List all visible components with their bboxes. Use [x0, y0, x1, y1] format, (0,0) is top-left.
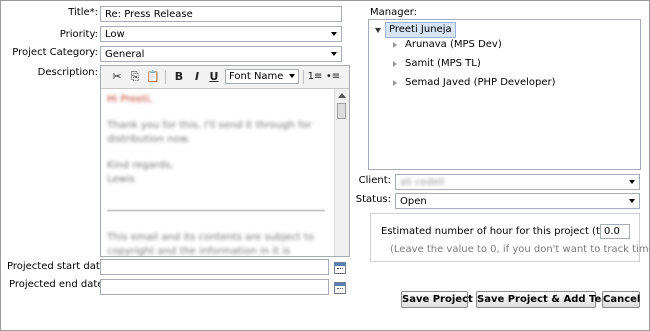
- hours-input[interactable]: 0.0: [600, 224, 630, 239]
- hours-input-value: 0.0: [604, 226, 620, 237]
- bold-button[interactable]: B: [171, 69, 187, 85]
- calendar-icon[interactable]: [334, 282, 346, 294]
- description-label: Description:: [37, 67, 98, 78]
- title-input[interactable]: Re: Press Release: [100, 6, 342, 22]
- paste-icon[interactable]: 📋: [145, 69, 161, 85]
- start-date-input[interactable]: [100, 259, 329, 275]
- editor-line: This email and its contents are subject …: [107, 232, 314, 243]
- underline-button[interactable]: U: [206, 69, 222, 85]
- italic-button[interactable]: I: [189, 69, 205, 85]
- bullet-list-icon[interactable]: •≡: [325, 69, 341, 85]
- editor-line: Hi Preeti,: [107, 94, 153, 105]
- client-select-value: ali cedell: [400, 177, 445, 188]
- copy-icon[interactable]: ⎘: [127, 69, 143, 85]
- client-label: Client:: [358, 175, 391, 186]
- tree-node-child[interactable]: Semad Javed (PHP Developer): [405, 76, 556, 90]
- priority-select-value: Low: [105, 29, 125, 40]
- chevron-down-icon: [331, 52, 337, 56]
- chevron-down-icon: [289, 74, 295, 78]
- toolbar-separator: [303, 70, 304, 84]
- save-project-button[interactable]: Save Project: [401, 291, 473, 308]
- font-name-select[interactable]: Font Name: [225, 69, 299, 84]
- hours-label: Estimated number of hour for this projec…: [381, 226, 627, 237]
- category-select[interactable]: General: [100, 46, 342, 62]
- expand-icon[interactable]: [375, 28, 381, 33]
- editor-line: distribution now.: [107, 134, 191, 145]
- client-select[interactable]: ali cedell: [395, 174, 640, 190]
- cancel-button[interactable]: Cancel: [602, 291, 640, 308]
- cut-icon[interactable]: ✂: [109, 69, 125, 85]
- tree-node-root[interactable]: Preeti Juneja: [385, 22, 456, 38]
- status-select[interactable]: Open: [395, 193, 640, 209]
- status-select-value: Open: [400, 196, 427, 207]
- priority-label: Priority:: [59, 29, 98, 40]
- manager-tree[interactable]: Preeti Juneja Arunava (MPS Dev) Samit (M…: [368, 19, 641, 170]
- chevron-down-icon: [331, 32, 337, 36]
- calendar-icon[interactable]: [334, 262, 346, 274]
- editor-line: Kind regards,: [107, 160, 174, 171]
- editor-line: Thank you for this, I'll send it through…: [107, 120, 312, 131]
- title-input-value: Re: Press Release: [105, 9, 193, 20]
- save-add-team-button[interactable]: Save Project & Add Team: [476, 291, 618, 308]
- start-date-label: Projected start date:: [7, 261, 110, 272]
- scroll-thumb[interactable]: [337, 103, 346, 119]
- font-name-value: Font Name: [229, 71, 284, 82]
- title-label: Title*:: [68, 7, 98, 18]
- editor-line: Lewis: [107, 174, 135, 185]
- chevron-down-icon: [629, 180, 635, 184]
- priority-select[interactable]: Low: [100, 26, 342, 42]
- collapse-arrow-icon[interactable]: [393, 42, 397, 48]
- category-label: Project Category:: [12, 47, 98, 58]
- tree-node-child[interactable]: Arunava (MPS Dev): [405, 38, 502, 52]
- manager-label: Manager:: [370, 7, 418, 18]
- category-select-value: General: [105, 49, 145, 60]
- editor-divider: [107, 210, 325, 211]
- numbered-list-icon[interactable]: 1≡: [307, 69, 323, 85]
- hours-hint: (Leave the value to 0, if you don't want…: [390, 244, 650, 255]
- editor-line: copyright and the information in it is: [107, 246, 291, 257]
- status-label: Status:: [355, 194, 391, 205]
- collapse-arrow-icon[interactable]: [393, 61, 397, 67]
- tree-node-child[interactable]: Samit (MPS TL): [405, 57, 481, 71]
- editor-scrollbar[interactable]: [334, 89, 349, 256]
- scroll-up-icon[interactable]: [338, 93, 346, 98]
- collapse-arrow-icon[interactable]: [393, 80, 397, 86]
- editor-toolbar: ✂ ⎘ 📋 B I U Font Name 1≡ •≡: [101, 66, 349, 89]
- toolbar-separator: [165, 70, 166, 84]
- description-editor[interactable]: ✂ ⎘ 📋 B I U Font Name 1≡ •≡ Hi Preeti, T…: [100, 65, 350, 257]
- chevron-down-icon: [629, 199, 635, 203]
- end-date-input[interactable]: [100, 279, 329, 295]
- end-date-label: Projected end date:: [9, 279, 107, 290]
- hours-panel: Estimated number of hour for this projec…: [370, 213, 650, 262]
